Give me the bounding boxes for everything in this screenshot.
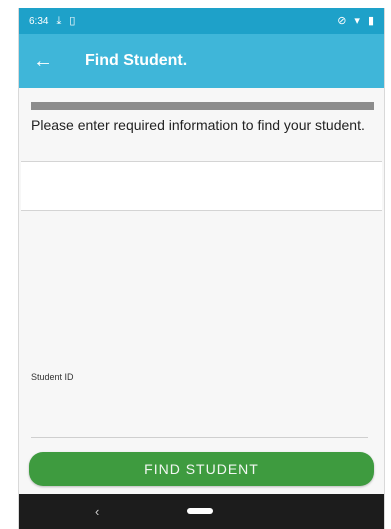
- find-student-button[interactable]: FIND STUDENT: [29, 452, 374, 486]
- student-id-input[interactable]: [31, 386, 368, 438]
- student-id-label: Student ID: [31, 372, 74, 382]
- page-title: Find Student.: [85, 52, 188, 69]
- battery-icon: ▮: [367, 14, 374, 27]
- navigation-bar: ‹: [19, 494, 384, 529]
- app-bar: ← Find Student.: [19, 34, 384, 88]
- sd-card-icon: ▯: [69, 14, 76, 27]
- status-left: 6:34 ⤓ ▯: [29, 14, 76, 27]
- empty-field-box[interactable]: [21, 161, 382, 211]
- chevron-left-icon[interactable]: ‹: [95, 504, 99, 519]
- header-divider-bar: [31, 102, 374, 110]
- status-right: ⊘ ▾ ▮: [337, 14, 374, 27]
- phone-screen: 6:34 ⤓ ▯ ⊘ ▾ ▮ ← Find Student. Please en…: [18, 8, 385, 529]
- arrow-left-icon[interactable]: ←: [33, 50, 63, 73]
- status-bar: 6:34 ⤓ ▯ ⊘ ▾ ▮: [19, 8, 384, 34]
- mute-icon: ⊘: [337, 14, 347, 27]
- wifi-icon: ▾: [354, 14, 360, 27]
- home-pill-icon[interactable]: [187, 508, 213, 514]
- download-icon: ⤓: [56, 14, 62, 27]
- instructions-text: Please enter required information to fin…: [31, 117, 365, 133]
- status-time: 6:34: [29, 15, 49, 27]
